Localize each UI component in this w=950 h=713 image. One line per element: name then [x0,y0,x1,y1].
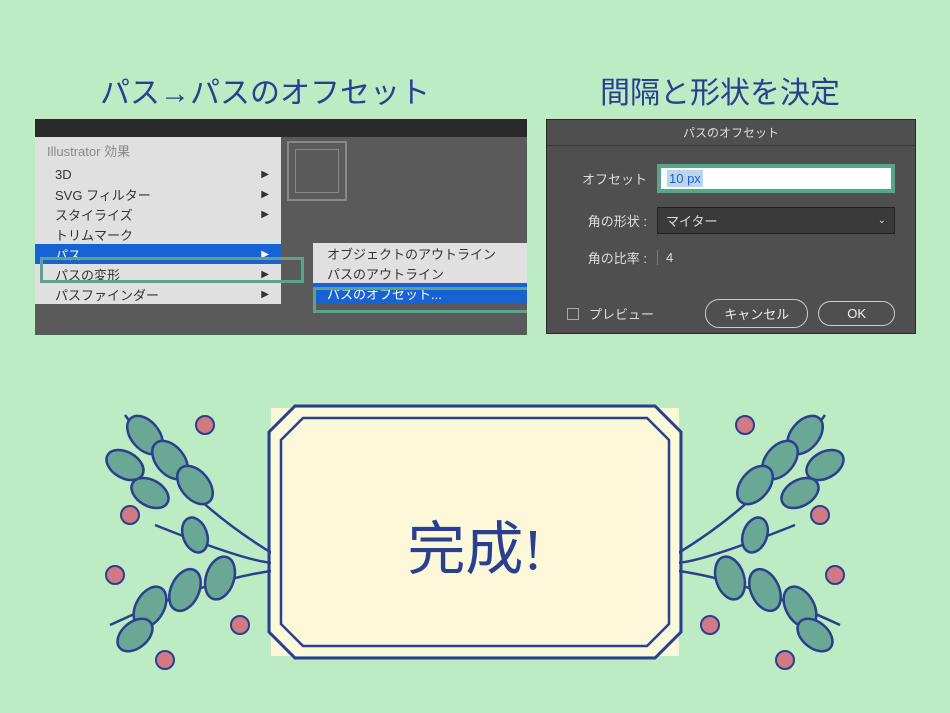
submenu-item-offset-path[interactable]: パスのオフセット... [313,283,527,303]
menu-panel: Illustrator 効果 3D ▶ SVG フィルター ▶ スタイライズ ▶… [35,119,527,335]
menu-item-label: スタイライズ [55,205,133,224]
preview-checkbox[interactable] [567,308,579,320]
menu-item-svg-filter[interactable]: SVG フィルター ▶ [35,184,281,204]
submenu-item-outline-object[interactable]: オブジェクトのアウトライン [313,243,527,263]
corner-shape-label: 角の形状 : [567,211,647,230]
menu-item-3d[interactable]: 3D ▶ [35,164,281,184]
menu-item-label: トリムマーク [55,225,133,244]
dialog-title: パスのオフセット [547,120,915,146]
menu-item-label: パスの変形 [55,265,120,284]
select-value: マイター [666,211,717,230]
menu-item-label: オブジェクトのアウトライン [327,244,496,263]
menu-section-header: Illustrator 効果 [35,137,281,164]
effects-menu: Illustrator 効果 3D ▶ SVG フィルター ▶ スタイライズ ▶… [35,137,281,304]
submenu-item-outline-stroke[interactable]: パスのアウトライン [313,263,527,283]
menu-item-label: SVG フィルター [55,185,151,204]
path-submenu: オブジェクトのアウトライン パスのアウトライン パスのオフセット... [313,243,527,303]
decorative-frame: 完成! [265,402,685,662]
artboard-icon [287,141,347,201]
menu-dark-strip [35,119,527,137]
corner-ratio-label: 角の比率 : [567,248,647,267]
submenu-arrow-icon: ▶ [261,289,269,300]
menu-item-label: 3D [55,167,72,182]
offset-label: オフセット [567,169,647,188]
menu-item-pathfinder[interactable]: パスファインダー ▶ [35,284,281,304]
corner-ratio-value[interactable]: 4 [657,250,895,265]
submenu-arrow-icon: ▶ [261,189,269,200]
completion-text: 完成! [265,502,685,586]
chevron-down-icon: ⌄ [878,215,886,226]
submenu-arrow-icon: ▶ [261,169,269,180]
offset-path-dialog: パスのオフセット オフセット 10 px 角の形状 : マイター ⌄ 角の比率 … [546,119,916,334]
heading-path-offset: パス→パスのオフセット [100,68,430,112]
completion-illustration: 完成! [0,380,950,700]
submenu-arrow-icon: ▶ [261,269,269,280]
cancel-button[interactable]: キャンセル [705,299,808,328]
menu-item-label: パスファインダー [55,285,159,304]
submenu-arrow-icon: ▶ [261,209,269,220]
menu-item-stylize[interactable]: スタイライズ ▶ [35,204,281,224]
preview-label: プレビュー [589,304,695,323]
ok-button[interactable]: OK [818,301,895,326]
submenu-arrow-icon: ▶ [261,249,269,260]
corner-shape-select[interactable]: マイター ⌄ [657,207,895,234]
menu-item-distort-transform[interactable]: パスの変形 ▶ [35,264,281,284]
menu-item-label: パスのオフセット... [327,284,442,303]
offset-input[interactable]: 10 px [657,164,895,193]
menu-item-label: パス [55,245,81,264]
menu-item-label: パスのアウトライン [327,264,444,283]
menu-item-path[interactable]: パス ▶ [35,244,281,264]
heading-spacing-shape: 間隔と形状を決定 [600,68,840,112]
menu-item-trim-marks[interactable]: トリムマーク [35,224,281,244]
